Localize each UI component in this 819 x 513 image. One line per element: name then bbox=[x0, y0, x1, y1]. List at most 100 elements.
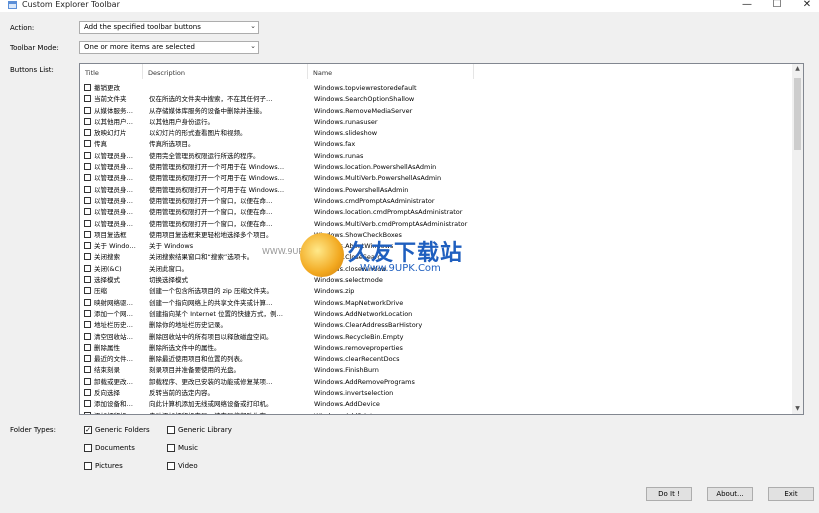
generic-library-label: Generic Library bbox=[178, 426, 232, 434]
list-item[interactable]: 映射网络驱… 创建一个指向网络上的共享文件夹或计算… Windows.MapNetw… bbox=[80, 298, 792, 309]
row-title: 添加设备和… bbox=[94, 400, 133, 409]
row-checkbox[interactable] bbox=[84, 366, 91, 374]
row-checkbox[interactable] bbox=[84, 287, 91, 295]
scroll-up-icon[interactable]: ▲ bbox=[792, 64, 803, 74]
list-item[interactable]: 以管理员身… 使用管理员权限打开一个窗口，以便在命… Windows.locatio… bbox=[80, 207, 792, 218]
video-checkbox[interactable] bbox=[167, 462, 175, 470]
row-checkbox[interactable] bbox=[84, 332, 91, 340]
row-checkbox[interactable] bbox=[84, 253, 91, 261]
row-checkbox[interactable] bbox=[84, 140, 91, 148]
row-checkbox[interactable] bbox=[84, 343, 91, 351]
list-item[interactable]: 添加打印机启动添加打印机向导，该向导将帮助你在… Windows.AddPrint… bbox=[80, 411, 792, 414]
music-checkbox[interactable] bbox=[167, 444, 175, 452]
list-item[interactable]: 当前文件夹 仅在所选的文件夹中搜索，不在其任何子… Windows.SearchOp… bbox=[80, 94, 792, 105]
row-checkbox[interactable] bbox=[84, 163, 91, 171]
row-title: 卸载或更改… bbox=[94, 377, 133, 386]
row-checkbox[interactable] bbox=[84, 298, 91, 306]
about-button[interactable]: About... bbox=[707, 487, 753, 501]
exit-button[interactable]: Exit bbox=[768, 487, 814, 501]
row-checkbox[interactable] bbox=[84, 309, 91, 317]
row-checkbox[interactable] bbox=[84, 106, 91, 114]
list-item[interactable]: 从媒体服务… 从存储媒体库服务的设备中删除并连接。 Windows.RemoveMe… bbox=[80, 106, 792, 117]
list-item[interactable]: 反向选择 反转当前的选定内容。 Windows.invertselection bbox=[80, 388, 792, 399]
row-description: 删除所选文件中的属性。 bbox=[149, 343, 221, 352]
list-item[interactable]: 传真 传真所选项目。 Windows.fax bbox=[80, 139, 792, 150]
row-name: Windows.clearRecentDocs bbox=[314, 355, 400, 364]
row-name: Windows.SearchOptionShallow bbox=[314, 95, 415, 104]
maximize-button[interactable]: ☐ bbox=[762, 0, 792, 12]
row-checkbox[interactable] bbox=[84, 355, 91, 363]
row-checkbox[interactable] bbox=[84, 117, 91, 125]
toolbar-mode-dropdown[interactable]: One or more items are selected ⌄ bbox=[79, 41, 259, 54]
list-item[interactable]: 以管理员身… 使用管理员权限打开一个可用于在 Windows… Windows.Mu… bbox=[80, 173, 792, 184]
generic-library-checkbox[interactable] bbox=[167, 426, 175, 434]
row-checkbox[interactable] bbox=[84, 84, 91, 91]
list-item[interactable]: 以管理员身… 使用完全管理员权限运行所选的程序。 Windows.runas bbox=[80, 151, 792, 162]
list-item[interactable]: 以管理员身… 使用管理员权限打开一个窗口，以便在命… Windows.MultiVe… bbox=[80, 219, 792, 230]
list-item[interactable]: 删除属性 删除所选文件中的属性。 Windows.removeproperties bbox=[80, 343, 792, 354]
list-item[interactable]: 以管理员身… 使用管理员权限打开一个窗口，以便在命… Windows.cmdProm… bbox=[80, 196, 792, 207]
minimize-button[interactable]: — bbox=[732, 0, 762, 12]
list-item[interactable]: 以管理员身… 使用管理员权限打开一个可用于在 Windows… Windows.Po… bbox=[80, 185, 792, 196]
row-title: 压缩 bbox=[94, 287, 107, 296]
row-checkbox[interactable] bbox=[84, 389, 91, 397]
row-checkbox[interactable] bbox=[84, 377, 91, 385]
list-item[interactable]: 放映幻灯片 以幻灯片的形式查看图片和视频。 Windows.slideshow bbox=[80, 128, 792, 139]
do-it-button[interactable]: Do It ! bbox=[646, 487, 692, 501]
list-item[interactable]: 卸载或更改… 卸载程序、更改已安装的功能或修复某项… Windows.AddRemo… bbox=[80, 377, 792, 388]
list-item[interactable]: 压缩 创建一个包含所选项目的 zip 压缩文件夹。 Windows.zip bbox=[80, 286, 792, 297]
row-checkbox[interactable] bbox=[84, 95, 91, 103]
row-description: 以其他用户身份运行。 bbox=[149, 117, 214, 126]
action-dropdown[interactable]: Add the specified toolbar buttons ⌄ bbox=[79, 21, 259, 34]
row-title: 从媒体服务… bbox=[94, 106, 133, 115]
scroll-thumb[interactable] bbox=[794, 78, 801, 150]
vertical-scrollbar[interactable]: ▲ ▼ bbox=[792, 64, 803, 414]
row-description: 使用管理员权限打开一个可用于在 Windows… bbox=[149, 174, 285, 183]
row-name: Windows.runasuser bbox=[314, 117, 378, 126]
row-checkbox[interactable] bbox=[84, 242, 91, 250]
row-checkbox[interactable] bbox=[84, 129, 91, 137]
row-name: Windows.MapNetworkDrive bbox=[314, 298, 404, 307]
column-header-title[interactable]: Title bbox=[80, 64, 143, 79]
row-description: 创建一个包含所选项目的 zip 压缩文件夹。 bbox=[149, 287, 273, 296]
scroll-down-icon[interactable]: ▼ bbox=[792, 404, 803, 414]
list-item[interactable]: 最近的文件… 删除最近使用项目和位置的列表。 Windows.clearRecent… bbox=[80, 354, 792, 365]
row-checkbox[interactable] bbox=[84, 400, 91, 408]
generic-folders-checkbox[interactable]: ✓ bbox=[84, 426, 92, 434]
list-item[interactable]: 地址栏历史… 删除你的地址栏历史记录。 Windows.ClearAddressBa… bbox=[80, 320, 792, 331]
row-description: 删除最近使用项目和位置的列表。 bbox=[149, 355, 247, 364]
row-checkbox[interactable] bbox=[84, 219, 91, 227]
list-item[interactable]: 以其他用户… 以其他用户身份运行。 Windows.runasuser bbox=[80, 117, 792, 128]
list-item[interactable]: 撤销更改 Windows.topviewrestoredefault bbox=[80, 83, 792, 94]
list-item[interactable]: 清空回收站… 删除回收站中的所有项目以释放磁盘空间。 Windows.Recycle… bbox=[80, 332, 792, 343]
row-title: 映射网络驱… bbox=[94, 298, 133, 307]
pictures-label: Pictures bbox=[95, 462, 123, 470]
pictures-checkbox[interactable] bbox=[84, 462, 92, 470]
row-checkbox[interactable] bbox=[84, 185, 91, 193]
row-description: 使用管理员权限打开一个可用于在 Windows… bbox=[149, 163, 285, 172]
row-title: 关于 Windo… bbox=[94, 242, 136, 251]
row-checkbox[interactable] bbox=[84, 174, 91, 182]
column-header-name[interactable]: Name bbox=[308, 64, 474, 79]
row-title: 以管理员身… bbox=[94, 163, 133, 172]
row-checkbox[interactable] bbox=[84, 411, 91, 414]
row-description: 反转当前的选定内容。 bbox=[149, 389, 214, 398]
close-button[interactable]: ✕ bbox=[792, 0, 819, 12]
chevron-down-icon: ⌄ bbox=[250, 42, 256, 50]
column-header-description[interactable]: Description bbox=[143, 64, 308, 79]
row-checkbox[interactable] bbox=[84, 208, 91, 216]
row-checkbox[interactable] bbox=[84, 276, 91, 284]
row-checkbox[interactable] bbox=[84, 321, 91, 329]
row-checkbox[interactable] bbox=[84, 151, 91, 159]
list-item[interactable]: 结束刻录 刻录项目并准备要使用的光盘。 Windows.FinishBurn bbox=[80, 365, 792, 376]
row-name: Windows.MultiVerb.PowershellAsAdmin bbox=[314, 174, 442, 183]
row-checkbox[interactable] bbox=[84, 264, 91, 272]
list-item[interactable]: 添加一个网… 创建指向某个 Internet 位置的快捷方式，例… Windows.… bbox=[80, 309, 792, 320]
row-name: Windows.AddPrinter bbox=[314, 411, 474, 414]
row-checkbox[interactable] bbox=[84, 230, 91, 238]
row-description: 向此计算机添加无线或网络设备或打印机。 bbox=[149, 400, 273, 409]
row-checkbox[interactable] bbox=[84, 196, 91, 204]
list-item[interactable]: 添加设备和… 向此计算机添加无线或网络设备或打印机。 Windows.AddDevi… bbox=[80, 399, 792, 410]
list-item[interactable]: 以管理员身… 使用管理员权限打开一个可用于在 Windows… Windows.lo… bbox=[80, 162, 792, 173]
documents-checkbox[interactable] bbox=[84, 444, 92, 452]
